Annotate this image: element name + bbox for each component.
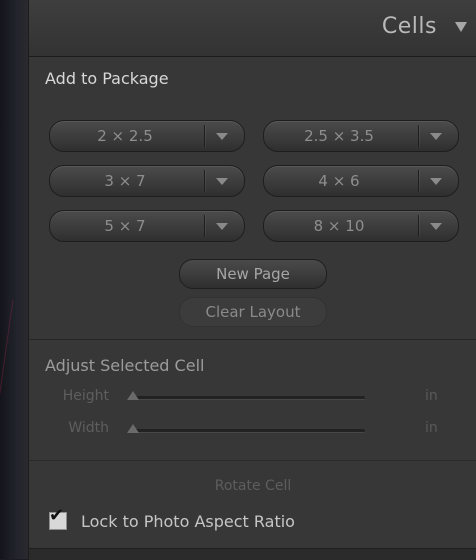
section-heading-add-to-package: Add to Package [45, 69, 169, 88]
width-slider[interactable] [127, 424, 365, 433]
size-label: 4 × 6 [318, 172, 360, 190]
height-unit: in [425, 388, 438, 404]
size-dropdown-4x6[interactable]: 4 × 6 [263, 165, 459, 197]
size-label: 5 × 7 [104, 217, 146, 235]
size-label: 2.5 × 3.5 [304, 127, 374, 145]
divider [418, 125, 419, 147]
width-label: Width [68, 420, 109, 436]
lock-aspect-checkbox[interactable]: ✔ [49, 507, 67, 530]
rotate-cell-button[interactable]: Rotate Cell [29, 478, 476, 494]
checkmark-icon: ✔ [49, 505, 65, 526]
lock-aspect-label[interactable]: Lock to Photo Aspect Ratio [81, 512, 295, 531]
chevron-down-icon[interactable] [216, 223, 228, 230]
size-dropdown-8x10[interactable]: 8 × 10 [263, 210, 459, 242]
divider [204, 125, 205, 147]
size-dropdown-2x2.5[interactable]: 2 × 2.5 [49, 120, 245, 152]
clear-layout-button[interactable]: Clear Layout [179, 297, 327, 327]
adjust-selected-cell-section: Adjust Selected Cell Height in Width in [29, 340, 476, 461]
chevron-down-icon[interactable] [216, 133, 228, 140]
size-dropdown-2.5x3.5[interactable]: 2.5 × 3.5 [263, 120, 459, 152]
background-edge [0, 0, 28, 559]
height-slider[interactable] [127, 391, 365, 400]
section-heading-adjust-selected-cell: Adjust Selected Cell [45, 356, 205, 375]
chevron-down-icon[interactable] [430, 178, 442, 185]
chevron-down-icon[interactable] [430, 133, 442, 140]
divider [418, 170, 419, 192]
divider [204, 170, 205, 192]
divider [418, 215, 419, 237]
add-to-package-section: Add to Package 2 × 2.5 2.5 × 3.5 3 × 7 4… [29, 57, 476, 340]
divider [204, 215, 205, 237]
width-slider-thumb[interactable] [127, 424, 139, 433]
size-label: 3 × 7 [104, 172, 146, 190]
size-label: 8 × 10 [313, 217, 365, 235]
size-dropdown-5x7[interactable]: 5 × 7 [49, 210, 245, 242]
panel-header[interactable]: Cells [29, 0, 476, 57]
size-label: 2 × 2.5 [97, 127, 153, 145]
width-unit: in [425, 420, 438, 436]
chevron-down-icon[interactable] [430, 223, 442, 230]
panel-title: Cells [381, 14, 437, 39]
panel-bottom-edge [29, 548, 476, 560]
height-label: Height [62, 388, 109, 404]
size-dropdown-3x7[interactable]: 3 × 7 [49, 165, 245, 197]
new-page-button[interactable]: New Page [179, 259, 327, 289]
chevron-down-icon[interactable] [216, 178, 228, 185]
triangle-down-icon[interactable] [455, 22, 467, 32]
height-slider-thumb[interactable] [127, 391, 139, 400]
cells-panel: Cells Add to Package 2 × 2.5 2.5 × 3.5 3… [28, 0, 476, 560]
